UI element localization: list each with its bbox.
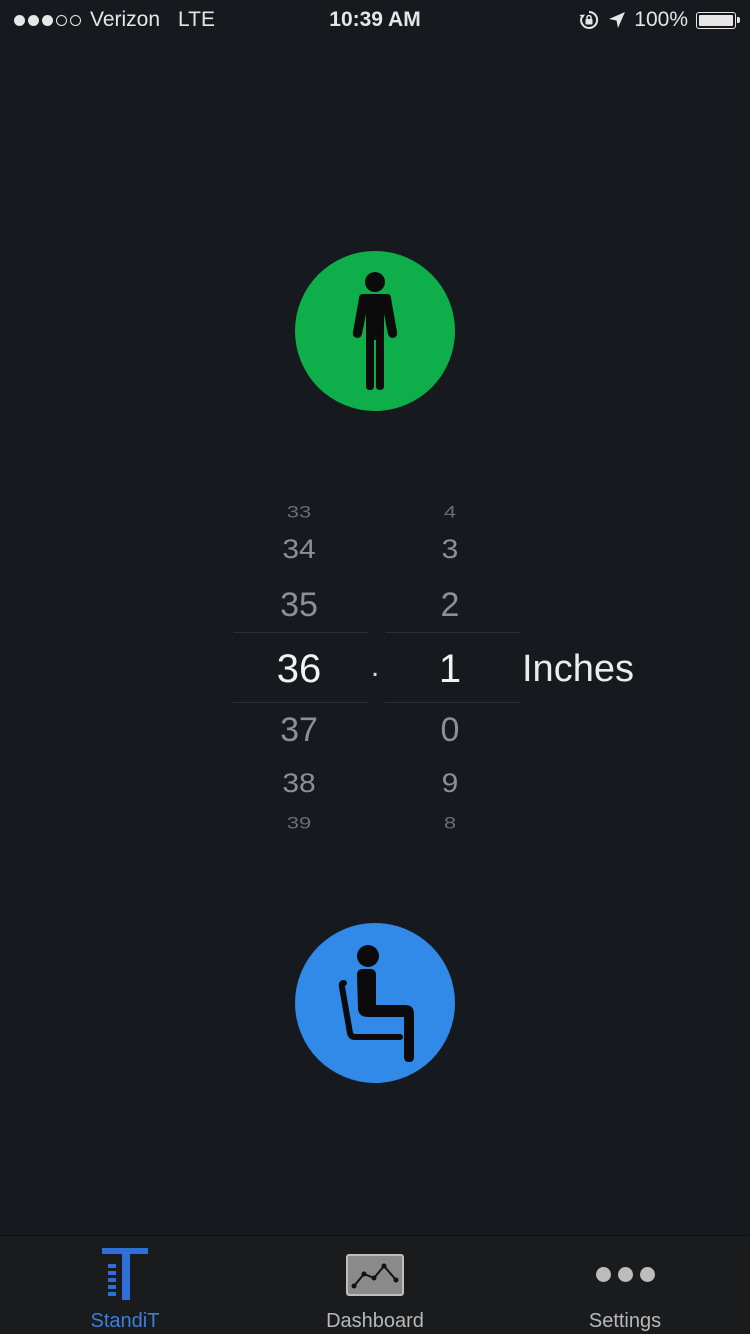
picker-decimal-wheel[interactable]: 4 3 2 1 0 9 8 xyxy=(385,480,515,850)
picker-whole-inches-wheel[interactable]: 33 34 35 36 37 38 39 xyxy=(234,480,364,850)
picker-decimal-separator: . xyxy=(370,650,380,683)
location-arrow-icon xyxy=(609,12,626,28)
picker-item: 39 xyxy=(286,813,312,832)
picker-item: 8 xyxy=(443,813,457,832)
tab-label: StandiT xyxy=(90,1310,160,1332)
picker-item: 38 xyxy=(282,768,316,799)
picker-item: 37 xyxy=(280,711,318,749)
tab-settings[interactable]: Settings xyxy=(500,1236,750,1334)
battery-icon xyxy=(696,11,740,29)
tab-bar: StandiT Dashboard Settings xyxy=(0,1235,750,1334)
stand-button[interactable] xyxy=(295,251,455,411)
battery-percent: 100% xyxy=(634,8,688,31)
picker-item: 4 xyxy=(443,502,457,521)
tab-label: Settings xyxy=(588,1310,662,1332)
sit-button[interactable] xyxy=(295,923,455,1083)
screen: Verizon LTE 10:39 AM 100% 33 34 35 36 37… xyxy=(0,0,750,1334)
sitting-person-icon xyxy=(338,945,414,1062)
picker-item: 34 xyxy=(282,534,316,565)
orientation-lock-icon xyxy=(579,10,599,29)
picker-item: 3 xyxy=(441,534,459,565)
picker-item: 9 xyxy=(441,768,459,799)
standing-person-icon xyxy=(352,272,398,390)
picker-item: 0 xyxy=(440,711,460,749)
more-dots-icon xyxy=(595,1248,655,1300)
status-right: 100% xyxy=(578,8,740,32)
picker-selected-item: 1 xyxy=(438,647,462,691)
tab-standit[interactable]: StandiT xyxy=(0,1236,250,1334)
tab-label: Dashboard xyxy=(326,1310,424,1332)
unit-label: Inches xyxy=(522,648,634,690)
standit-logo-icon xyxy=(102,1248,148,1300)
tab-dashboard[interactable]: Dashboard xyxy=(250,1236,500,1334)
picker-item: 33 xyxy=(286,502,312,521)
chart-icon xyxy=(346,1254,404,1296)
picker-item: 2 xyxy=(440,586,460,624)
picker-item: 35 xyxy=(280,586,318,624)
picker-selected-item: 36 xyxy=(276,647,322,691)
status-bar: Verizon LTE 10:39 AM 100% xyxy=(0,0,750,40)
